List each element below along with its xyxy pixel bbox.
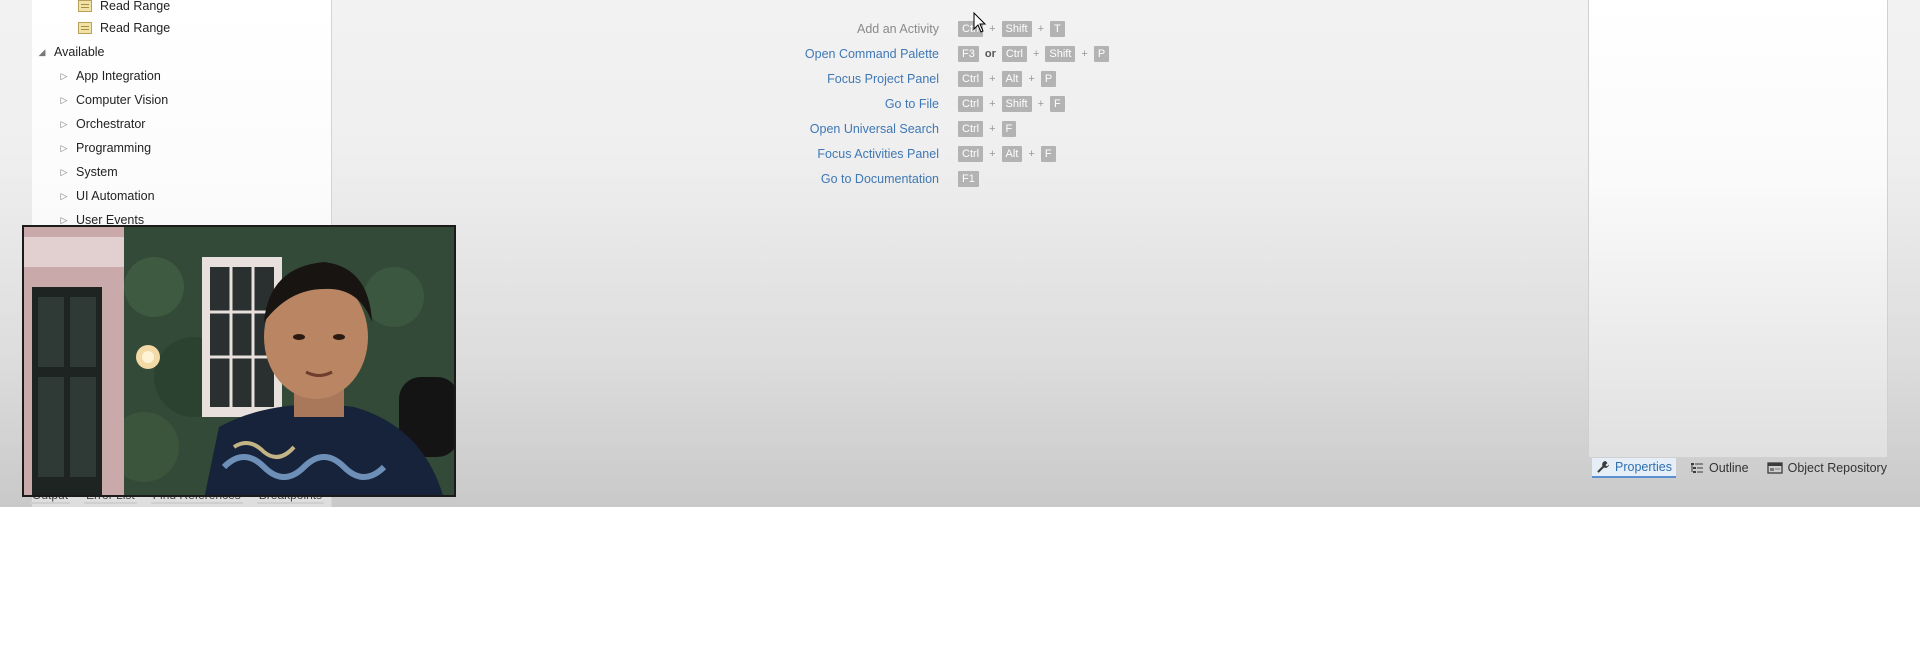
key: F (1050, 96, 1065, 112)
key-plus: + (1037, 23, 1044, 35)
key: Alt (1001, 71, 1023, 87)
key-plus: + (1028, 148, 1035, 160)
key: F1 (958, 171, 979, 187)
tab-label: Properties (1615, 460, 1672, 474)
key-plus: + (1032, 48, 1040, 60)
shortcut-keys-project-panel: Ctrl + Alt + P (958, 71, 1057, 87)
shortcut-keys-activities-panel: Ctrl + Alt + F (958, 146, 1056, 162)
tab-label: Outline (1708, 461, 1749, 475)
key: F (1040, 146, 1056, 162)
shortcut-label-add-activity[interactable]: Add an Activity (857, 22, 939, 36)
shortcut-keys-documentation: F1 (958, 171, 979, 187)
triangle-right-icon[interactable]: ▷ (58, 215, 70, 226)
key-plus: + (989, 123, 996, 135)
outline-list-icon (1690, 463, 1703, 473)
key-plus: + (1028, 73, 1035, 85)
shortcut-label-go-to-file[interactable]: Go to File (885, 97, 939, 111)
key: F (1001, 121, 1017, 137)
shortcut-label-project-panel[interactable]: Focus Project Panel (827, 72, 939, 86)
object-repository-icon (1766, 462, 1783, 474)
key: P (1093, 46, 1110, 62)
key-plus: + (989, 98, 996, 110)
key: T (1050, 21, 1065, 37)
shortcut-keys-universal-search: Ctrl + F (958, 121, 1017, 137)
tab-label: Object Repository (1787, 461, 1887, 475)
key-plus: + (989, 73, 996, 85)
key-plus: + (989, 148, 996, 160)
key: P (1040, 71, 1057, 87)
key: Ctrl (958, 146, 984, 162)
shortcut-label-activities-panel[interactable]: Focus Activities Panel (817, 147, 939, 161)
key: Ctrl (1001, 46, 1027, 62)
key: Ctrl (958, 121, 984, 137)
tab-object-repository[interactable]: Object Repository (1763, 459, 1891, 477)
tab-outline[interactable]: Outline (1686, 459, 1753, 477)
key-or: or (984, 48, 996, 60)
shortcut-label-universal-search[interactable]: Open Universal Search (810, 122, 939, 136)
key: Ctrl (958, 71, 984, 87)
shortcut-keys-command-palette: F3 or Ctrl + Shift + P (958, 46, 1110, 62)
mouse-cursor-icon (973, 12, 987, 33)
webcam-overlay (22, 225, 456, 497)
studio-window: Read Range Read Range ◢ Available ▷ App … (0, 0, 1920, 507)
key: Alt (1001, 146, 1023, 162)
key: Shift (1001, 21, 1032, 37)
key: F3 (958, 46, 979, 62)
key: Shift (1001, 96, 1032, 112)
key-plus: + (1037, 98, 1044, 110)
shortcut-label-documentation[interactable]: Go to Documentation (821, 172, 939, 186)
webcam-video (24, 227, 454, 495)
key-plus: + (1081, 48, 1088, 60)
key-plus: + (989, 23, 996, 35)
key: Shift (1045, 46, 1076, 62)
tab-properties[interactable]: Properties (1592, 458, 1676, 478)
properties-panel (1588, 0, 1888, 457)
shortcut-keys-go-to-file: Ctrl + Shift + F (958, 96, 1065, 112)
shortcut-labels: Add an Activity Open Command Palette Foc… (0, 0, 939, 200)
shortcut-label-command-palette[interactable]: Open Command Palette (805, 47, 939, 61)
wrench-icon (1597, 461, 1609, 473)
key: Ctrl (958, 96, 984, 112)
right-panel-tabs: Properties Outline Object Repository (1592, 458, 1891, 478)
